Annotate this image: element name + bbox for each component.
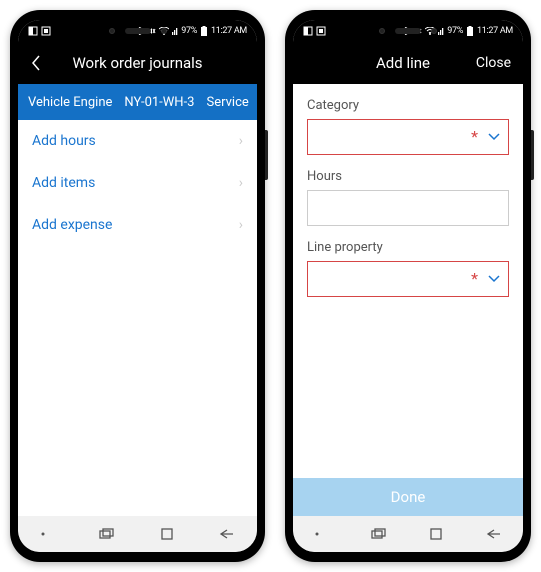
status-bar: 97% 11:27 AM (293, 20, 523, 42)
battery-text: 97% (447, 26, 463, 36)
chevron-right-icon: › (239, 217, 243, 233)
required-asterisk-icon: * (471, 129, 478, 145)
notification-icon-2 (316, 26, 326, 36)
line-property-dropdown[interactable]: * (307, 261, 509, 297)
chevron-right-icon: › (239, 133, 243, 149)
nav-back-icon[interactable] (219, 528, 235, 540)
battery-text: 97% (181, 26, 197, 36)
category-dropdown[interactable]: * (307, 119, 509, 155)
battery-icon (466, 26, 474, 36)
sensor-cluster (379, 28, 437, 34)
status-left-icons (28, 26, 51, 36)
nav-recent-icon[interactable] (99, 528, 115, 540)
screen-right: 97% 11:27 AM Add line Close Category * (293, 20, 523, 552)
android-navbar (293, 516, 523, 552)
category-field: Category * (307, 98, 509, 155)
hours-input[interactable] (307, 190, 509, 226)
nav-dot-icon[interactable] (314, 527, 328, 541)
hours-label: Hours (307, 169, 509, 184)
nav-home-icon[interactable] (160, 527, 174, 541)
content: Add hours › Add items › Add expense › (18, 120, 257, 516)
clock: 11:27 AM (477, 26, 513, 36)
app-header: Add line Close (293, 42, 523, 84)
app-header: Work order journals (18, 42, 257, 84)
work-order-infobar: Vehicle Engine NY-01-WH-3 Service (18, 84, 257, 120)
add-hours-row[interactable]: Add hours › (18, 120, 257, 162)
done-button[interactable]: Done (293, 478, 523, 516)
category-label: Category (307, 98, 509, 113)
battery-icon (200, 26, 208, 36)
sensor-cluster (109, 28, 167, 34)
android-navbar (18, 516, 257, 552)
journal-list: Add hours › Add items › Add expense › (18, 120, 257, 246)
info-type: Service (206, 95, 248, 110)
close-button[interactable]: Close (471, 55, 511, 71)
line-property-label: Line property (307, 240, 509, 255)
nav-home-icon[interactable] (429, 527, 443, 541)
nav-recent-icon[interactable] (371, 528, 387, 540)
required-asterisk-icon: * (471, 271, 478, 287)
phone-left: 97% 11:27 AM Work order journals Vehicle… (10, 10, 265, 562)
back-button[interactable] (30, 54, 48, 72)
clock: 11:27 AM (211, 26, 247, 36)
chevron-down-icon (488, 275, 500, 283)
phone-right: 97% 11:27 AM Add line Close Category * (285, 10, 531, 562)
info-id: NY-01-WH-3 (124, 95, 194, 110)
screen-left: 97% 11:27 AM Work order journals Vehicle… (18, 20, 257, 552)
notification-icon (303, 26, 313, 36)
status-left-icons (303, 26, 326, 36)
add-expense-row[interactable]: Add expense › (18, 204, 257, 246)
nav-back-icon[interactable] (486, 528, 502, 540)
row-label: Add expense (32, 217, 112, 233)
status-bar: 97% 11:27 AM (18, 20, 257, 42)
add-line-form: Category * Hours Line property * (293, 84, 523, 478)
line-property-field: Line property * (307, 240, 509, 297)
signal-icon (172, 27, 178, 35)
chevron-right-icon: › (239, 175, 243, 191)
add-items-row[interactable]: Add items › (18, 162, 257, 204)
signal-icon (438, 27, 444, 35)
row-label: Add items (32, 175, 95, 191)
nav-dot-icon[interactable] (40, 527, 54, 541)
page-title: Add line (335, 54, 471, 72)
page-title: Work order journals (48, 54, 227, 72)
row-label: Add hours (32, 133, 96, 149)
info-vehicle: Vehicle Engine (28, 95, 112, 110)
content: Category * Hours Line property * (293, 84, 523, 516)
notification-icon (28, 26, 38, 36)
chevron-down-icon (488, 133, 500, 141)
notification-icon-2 (41, 26, 51, 36)
hours-field: Hours (307, 169, 509, 226)
